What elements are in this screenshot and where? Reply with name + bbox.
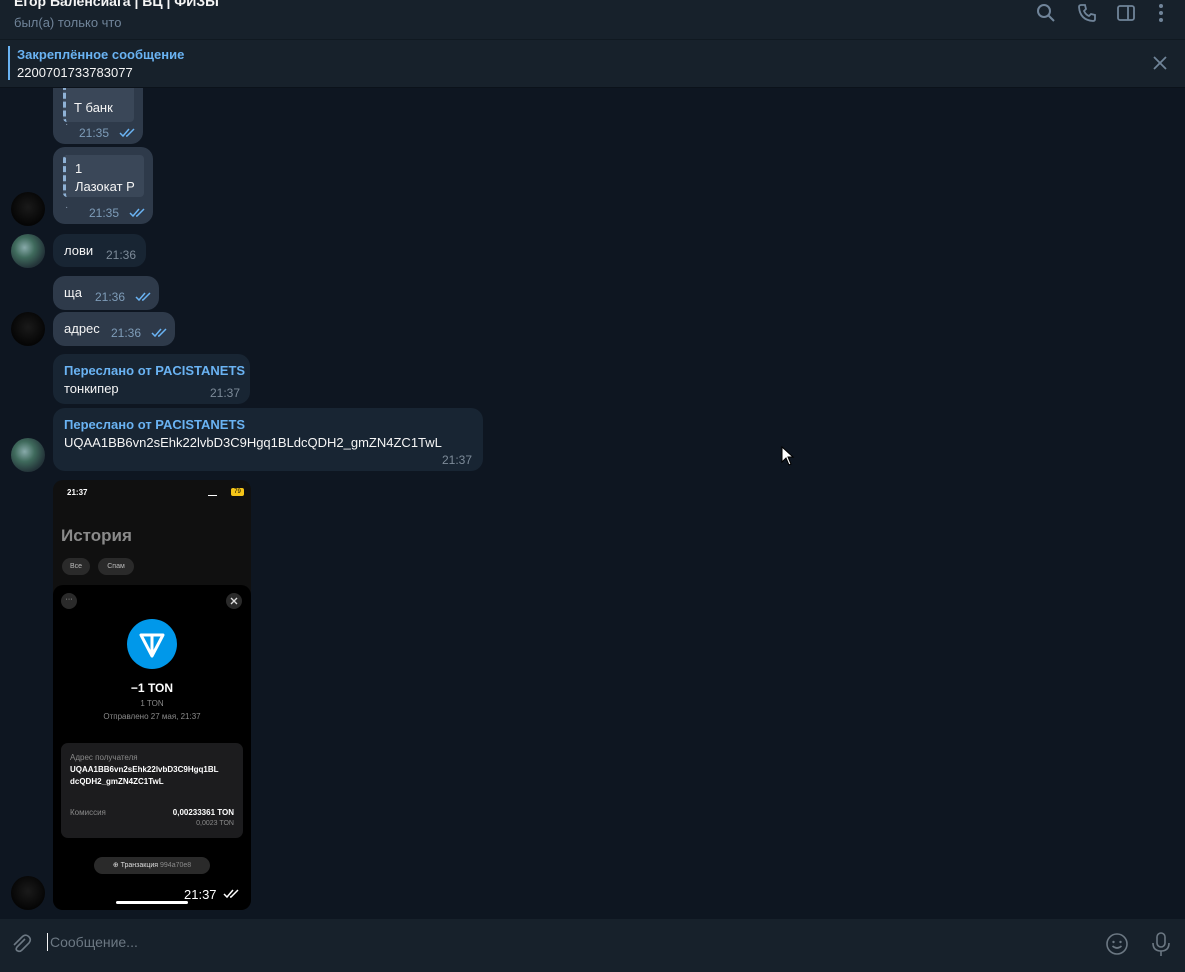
- pinned-accent-bar: [8, 46, 10, 80]
- transaction-hash: 994a70e8: [160, 862, 192, 869]
- globe-icon: ⊕: [112, 862, 119, 869]
- battery-icon: 79: [231, 488, 244, 496]
- message-text: UQAA1BB6vn2sEhk22lvbD3C9Hgq1BLdcQDH2_gmZ…: [64, 435, 442, 450]
- message-bubble[interactable]: адрес 21:36: [53, 312, 175, 346]
- message-composer: Сообщение...: [0, 919, 1185, 972]
- tab-spam: Спам: [98, 558, 134, 575]
- message-bubble[interactable]: лови 21:36: [53, 234, 146, 267]
- attach-icon[interactable]: [10, 933, 32, 955]
- quote-line: Лазокат Р: [75, 179, 135, 194]
- emoji-icon[interactable]: [1105, 932, 1129, 956]
- recipient-address: dcQDH2_gmZN4ZC1TwL: [70, 777, 164, 786]
- double-check-icon: [135, 292, 151, 302]
- message-list[interactable]: Т банк · 21:35 1 Лазокат Р · 21:35 лови …: [0, 88, 1185, 919]
- message-text: лови: [64, 243, 94, 258]
- phone-icon[interactable]: [1077, 3, 1097, 23]
- sent-date: Отправлено 27 мая, 21:37: [103, 712, 201, 721]
- amount-sub: 1 TON: [140, 699, 164, 708]
- quote-text: Т банк: [74, 100, 113, 115]
- pinned-title: Закреплённое сообщение: [17, 47, 185, 62]
- fee-label: Комиссия: [70, 808, 106, 817]
- avatar[interactable]: [11, 312, 45, 346]
- message-bubble[interactable]: 1 Лазокат Р · 21:35: [53, 147, 153, 224]
- close-icon[interactable]: [1150, 53, 1170, 73]
- forwarded-from[interactable]: Переслано от PACISTANETS: [64, 363, 245, 378]
- pinned-message-bar[interactable]: Закреплённое сообщение 2200701733783077: [0, 40, 1185, 88]
- message-input[interactable]: Сообщение...: [50, 934, 138, 950]
- transaction-label: Транзакция: [120, 862, 159, 869]
- avatar[interactable]: [11, 192, 45, 226]
- history-title: История: [61, 526, 132, 545]
- tab-all: Все: [62, 558, 90, 575]
- forwarded-from[interactable]: Переслано от PACISTANETS: [64, 417, 245, 432]
- microphone-icon[interactable]: [1150, 931, 1172, 957]
- home-indicator: [116, 901, 188, 904]
- forwarded-message[interactable]: Переслано от PACISTANETS UQAA1BB6vn2sEhk…: [53, 408, 483, 471]
- chat-title[interactable]: Егор Баленсиага | ВЦ | ФИЗЫ: [14, 0, 219, 9]
- message-time: 21:37: [210, 386, 241, 400]
- forwarded-message[interactable]: Переслано от PACISTANETS тонкипер 21:37: [53, 354, 250, 404]
- pinned-text: 2200701733783077: [17, 65, 133, 80]
- signal-icon: [208, 490, 217, 496]
- phone-status-time: 21:37: [67, 488, 88, 497]
- message-time: 21:36: [106, 248, 137, 262]
- message-bubble[interactable]: ща 21:36: [53, 276, 159, 310]
- message-time: 21:36: [111, 326, 142, 340]
- quote-block: Т банк: [63, 88, 134, 122]
- double-check-icon: [129, 208, 145, 218]
- dot-icon: ·: [65, 119, 69, 130]
- chat-header: Егор Баленсиага | ВЦ | ФИЗЫ был(а) тольк…: [0, 0, 1185, 40]
- avatar[interactable]: [11, 876, 45, 910]
- text-caret: [47, 933, 48, 951]
- recipient-address: UQAA1BB6vn2sEhk22lvbD3C9Hgq1BL: [70, 765, 219, 774]
- sidebar-toggle-icon[interactable]: [1116, 3, 1136, 23]
- recipient-label: Адрес получателя: [70, 753, 138, 762]
- message-text: адрес: [64, 321, 100, 336]
- double-check-icon: [119, 128, 135, 138]
- more-icon: ···: [61, 593, 77, 609]
- message-time: 21:37: [442, 453, 473, 467]
- message-bubble[interactable]: Т банк · 21:35: [53, 88, 143, 144]
- avatar[interactable]: [11, 234, 45, 268]
- double-check-icon: [223, 889, 239, 899]
- fee-sub: 0,0023 TON: [196, 820, 234, 827]
- message-time: 21:35: [79, 126, 110, 140]
- cursor-icon: [781, 446, 795, 466]
- message-text: ща: [64, 285, 82, 300]
- close-icon: [226, 593, 242, 609]
- photo-message[interactable]: 21:37 79 История Все Спам ··· −1 TON 1 T…: [53, 480, 251, 910]
- fee-value: 0,00233361 TON: [172, 808, 234, 817]
- message-time: 21:37: [184, 887, 217, 902]
- quote-block: 1 Лазокат Р: [63, 155, 144, 197]
- message-text: тонкипер: [64, 381, 119, 396]
- transaction-details-card: Адрес получателя UQAA1BB6vn2sEhk22lvbD3C…: [61, 743, 243, 838]
- ton-logo-icon: [127, 619, 177, 669]
- avatar[interactable]: [11, 438, 45, 472]
- message-time: 21:35: [89, 206, 120, 220]
- dot-icon: ·: [65, 202, 69, 213]
- chat-status: был(а) только что: [14, 15, 122, 30]
- transaction-pill: ⊕ Транзакция 994a70e8: [94, 857, 210, 874]
- more-menu-icon[interactable]: [1151, 3, 1171, 23]
- search-icon[interactable]: [1036, 3, 1056, 23]
- message-time: 21:36: [95, 290, 126, 304]
- amount: −1 TON: [130, 681, 174, 695]
- double-check-icon: [151, 328, 167, 338]
- transaction-sheet: ··· −1 TON 1 TON Отправлено 27 мая, 21:3…: [53, 585, 251, 910]
- quote-line: 1: [75, 161, 83, 176]
